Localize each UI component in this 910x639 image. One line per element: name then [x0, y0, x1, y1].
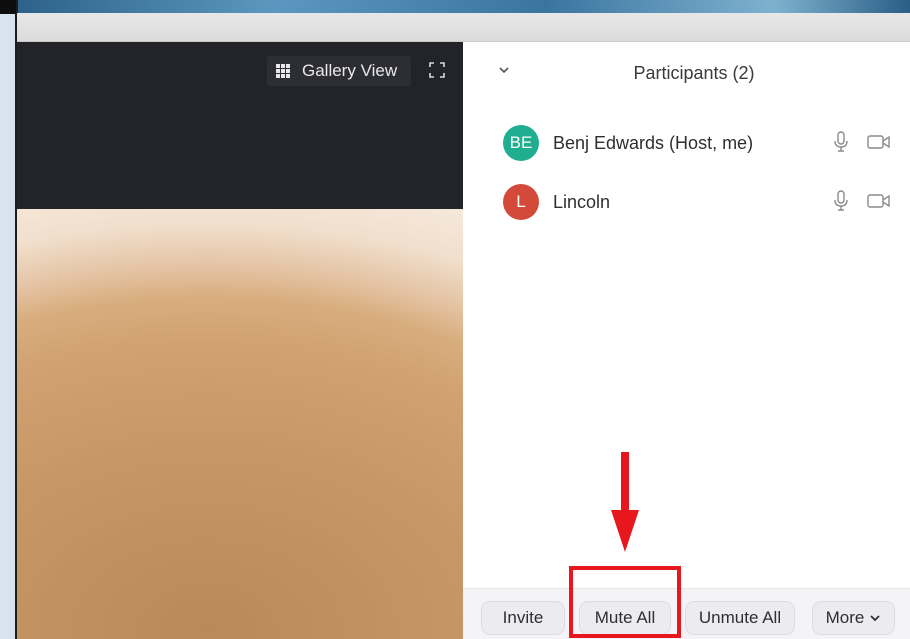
gallery-view-label: Gallery View — [302, 61, 398, 80]
avatar: BE — [503, 125, 539, 161]
desktop-background — [0, 0, 910, 14]
participants-title: Participants (2) — [633, 63, 755, 83]
participants-header: Participants (2) — [463, 42, 910, 102]
grid-icon — [276, 64, 290, 78]
more-label: More — [825, 608, 865, 627]
video-camera-icon[interactable] — [867, 193, 891, 209]
zoom-meeting-window: Gallery View Participants (2) BE Benj Ed… — [17, 13, 910, 639]
avatar: L — [503, 184, 539, 220]
annotation-highlight-box — [569, 566, 681, 638]
invite-button[interactable]: Invite — [481, 601, 565, 635]
gallery-view-button[interactable]: Gallery View — [267, 56, 411, 86]
desktop-corner — [0, 0, 16, 14]
participant-name: Lincoln — [553, 192, 611, 212]
unmute-all-button[interactable]: Unmute All — [685, 601, 795, 635]
fullscreen-icon[interactable] — [429, 62, 445, 78]
chevron-down-icon — [870, 615, 880, 622]
chevron-down-icon[interactable] — [497, 63, 511, 77]
more-button[interactable]: More — [812, 601, 895, 635]
video-camera-icon[interactable] — [867, 134, 891, 150]
video-area[interactable]: Gallery View — [17, 42, 463, 639]
participant-row[interactable]: L Lincoln — [463, 178, 910, 228]
microphone-icon[interactable] — [833, 131, 849, 153]
participant-video-feed — [17, 209, 463, 639]
window-titlebar[interactable] — [17, 13, 910, 42]
participants-footer: Invite Mute All Unmute All More — [463, 588, 910, 639]
desktop-sidebar — [0, 0, 18, 639]
participants-panel: Participants (2) BE Benj Edwards (Host, … — [463, 42, 910, 639]
annotation-arrow-head — [611, 510, 639, 552]
participant-name: Benj Edwards (Host, me) — [553, 133, 754, 153]
participant-row[interactable]: BE Benj Edwards (Host, me) — [463, 119, 910, 169]
annotation-arrow-shaft — [621, 452, 629, 514]
microphone-icon[interactable] — [833, 190, 849, 212]
